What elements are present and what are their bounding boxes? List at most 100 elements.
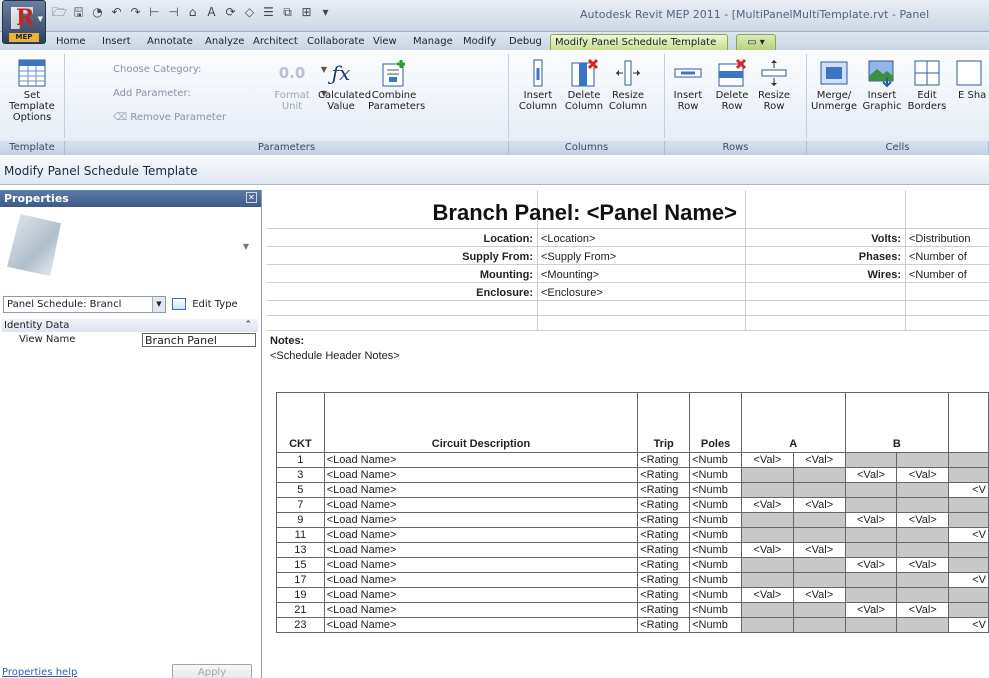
ckt-cell[interactable]: 19 [276, 587, 325, 603]
phase-a-cell[interactable] [740, 527, 794, 543]
circuit-description-cell[interactable]: <Load Name> [323, 557, 639, 573]
type-selector-dropdown[interactable]: Panel Schedule: Brancl ▼ [3, 296, 166, 313]
phase-c-cell[interactable] [948, 602, 989, 618]
delete-column-button[interactable]: Delete Column [562, 58, 606, 112]
circuit-description-cell[interactable]: <Load Name> [323, 587, 639, 603]
phase-a-cell[interactable]: <Val> [792, 587, 846, 603]
panel-schedule-title[interactable]: Branch Panel: <Panel Name> [267, 200, 737, 226]
supply-from-value[interactable]: <Supply From> [541, 251, 616, 263]
phase-a-cell[interactable]: <Val> [740, 452, 794, 468]
trip-cell[interactable]: <Rating [637, 527, 691, 543]
edit-shading-button[interactable]: E Sha [950, 58, 989, 101]
edit-type-button[interactable]: Edit Type [172, 296, 238, 313]
notes-value[interactable]: <Schedule Header Notes> [270, 350, 400, 362]
circuit-description-cell[interactable]: <Load Name> [323, 467, 639, 483]
location-value[interactable]: <Location> [541, 233, 595, 245]
phase-b-cell[interactable]: <Val> [896, 512, 950, 528]
customize-qat-icon[interactable]: ▾ [318, 5, 333, 20]
phase-a-cell[interactable]: <Val> [740, 587, 794, 603]
apply-button[interactable]: Apply [172, 664, 252, 678]
thin-lines-icon[interactable]: ☰ [261, 5, 276, 20]
application-menu-button[interactable]: R MEP ▼ [2, 0, 46, 44]
properties-help-link[interactable]: Properties help [2, 667, 77, 678]
circuit-description-cell[interactable]: <Load Name> [323, 512, 639, 528]
section-icon[interactable]: ◇ [242, 5, 257, 20]
ckt-cell[interactable]: 9 [276, 512, 325, 528]
resize-row-button[interactable]: Resize Row [754, 58, 794, 112]
phase-c-cell[interactable] [948, 452, 989, 468]
format-unit-button[interactable]: 0.0 Format Unit [270, 58, 314, 112]
phase-b-cell[interactable]: <Val> [896, 557, 950, 573]
close-hidden-windows-icon[interactable]: ⧉ [280, 5, 295, 20]
tab-analyze[interactable]: Analyze [201, 34, 248, 50]
tab-annotate[interactable]: Annotate [143, 34, 197, 50]
phase-b-cell[interactable] [844, 542, 898, 558]
phase-c-cell[interactable] [948, 467, 989, 483]
poles-cell[interactable]: <Numb [689, 497, 742, 513]
phase-b-cell[interactable]: <Val> [844, 467, 898, 483]
tab-modify[interactable]: Modify [459, 34, 500, 50]
circuit-description-cell[interactable]: <Load Name> [323, 572, 639, 588]
phase-a-cell[interactable] [740, 572, 794, 588]
circuit-description-cell[interactable]: <Load Name> [323, 617, 639, 633]
identity-data-group[interactable]: Identity Data ⌃ [2, 319, 258, 332]
phase-a-cell[interactable]: <Val> [740, 497, 794, 513]
phase-b-cell[interactable] [844, 617, 898, 633]
view-name-field[interactable]: Branch Panel [142, 333, 256, 347]
default-3d-view-icon[interactable]: ⟳ [223, 5, 238, 20]
ckt-cell[interactable]: 3 [276, 467, 325, 483]
ckt-cell[interactable]: 21 [276, 602, 325, 618]
phase-c-cell[interactable]: <V [948, 617, 989, 633]
phases-value[interactable]: <Number of [909, 251, 967, 263]
phase-b-cell[interactable] [844, 587, 898, 603]
phase-c-cell[interactable]: <V [948, 527, 989, 543]
poles-cell[interactable]: <Numb [689, 557, 742, 573]
text-icon[interactable]: A [204, 5, 219, 20]
circuit-description-cell[interactable]: <Load Name> [323, 452, 639, 468]
poles-cell[interactable]: <Numb [689, 482, 742, 498]
tab-debug[interactable]: Debug [505, 34, 546, 50]
phase-a-cell[interactable] [792, 527, 846, 543]
ckt-cell[interactable]: 13 [276, 542, 325, 558]
trip-cell[interactable]: <Rating [637, 452, 691, 468]
poles-cell[interactable]: <Numb [689, 587, 742, 603]
phase-a-cell[interactable] [792, 467, 846, 483]
type-preview[interactable]: ▼ [3, 210, 259, 280]
tab-insert[interactable]: Insert [98, 34, 135, 50]
phase-b-cell[interactable]: <Val> [844, 512, 898, 528]
ckt-cell[interactable]: 11 [276, 527, 325, 543]
trip-cell[interactable]: <Rating [637, 512, 691, 528]
remove-parameter-button[interactable]: ⌫ Remove Parameter [110, 110, 310, 126]
phase-c-cell[interactable]: <V [948, 572, 989, 588]
trip-cell[interactable]: <Rating [637, 587, 691, 603]
sync-icon[interactable]: ◔ [90, 5, 105, 20]
ckt-cell[interactable]: 7 [276, 497, 325, 513]
insert-graphic-button[interactable]: Insert Graphic [860, 58, 904, 112]
phase-a-cell[interactable] [792, 512, 846, 528]
phase-c-cell[interactable] [948, 512, 989, 528]
phase-a-cell[interactable] [740, 512, 794, 528]
phase-b-cell[interactable] [896, 527, 950, 543]
insert-column-button[interactable]: Insert Column [516, 58, 560, 112]
volts-value[interactable]: <Distribution [909, 233, 970, 245]
poles-cell[interactable]: <Numb [689, 527, 742, 543]
trip-cell[interactable]: <Rating [637, 542, 691, 558]
phase-b-cell[interactable] [844, 482, 898, 498]
measure-icon[interactable]: ⊢ [147, 5, 162, 20]
phase-b-cell[interactable]: <Val> [844, 602, 898, 618]
phase-a-cell[interactable] [792, 617, 846, 633]
circuit-description-cell[interactable]: <Load Name> [323, 527, 639, 543]
trip-cell[interactable]: <Rating [637, 482, 691, 498]
close-icon[interactable]: ✕ [246, 192, 257, 203]
ckt-cell[interactable]: 23 [276, 617, 325, 633]
resize-column-button[interactable]: Resize Column [606, 58, 650, 112]
phase-a-cell[interactable]: <Val> [792, 542, 846, 558]
phase-b-cell[interactable]: <Val> [844, 557, 898, 573]
phase-a-cell[interactable] [740, 602, 794, 618]
phase-a-cell[interactable] [792, 557, 846, 573]
wires-value[interactable]: <Number of [909, 269, 967, 281]
phase-b-cell[interactable] [896, 542, 950, 558]
tab-architect[interactable]: Architect [249, 34, 302, 50]
trip-cell[interactable]: <Rating [637, 617, 691, 633]
phase-b-cell[interactable]: <Val> [896, 467, 950, 483]
